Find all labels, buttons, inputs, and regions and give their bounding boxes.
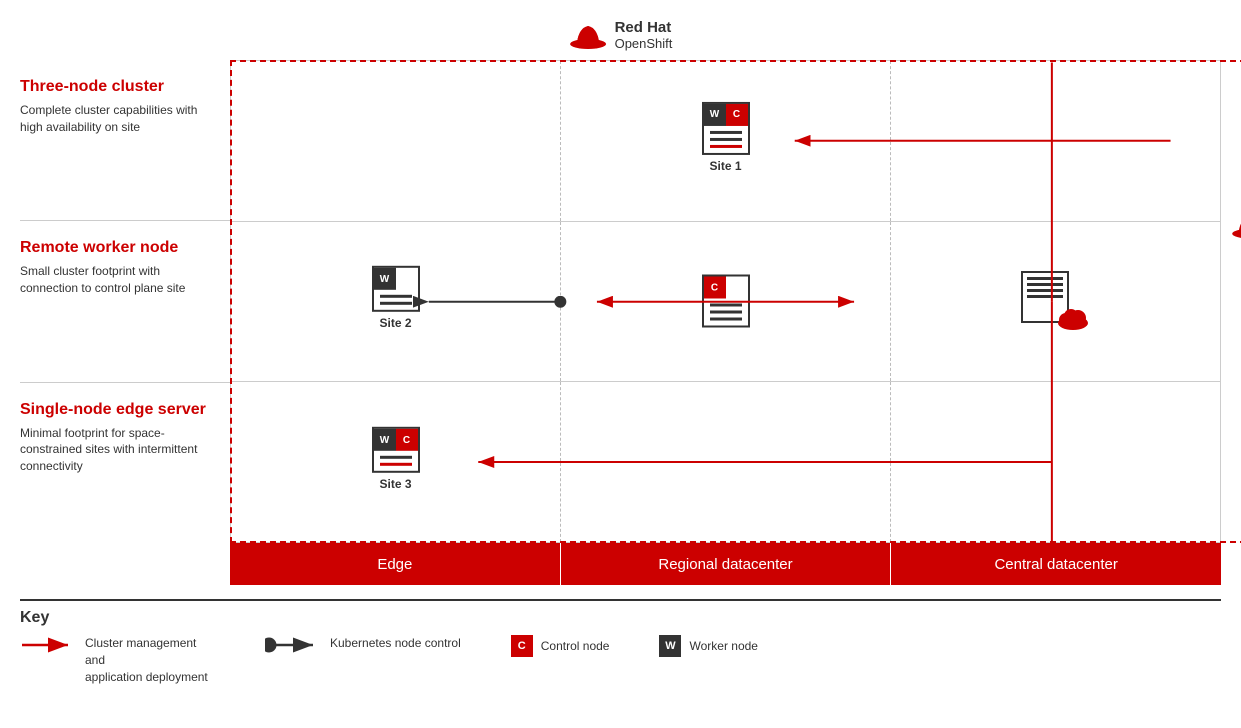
site2-worker-badge: W: [374, 268, 396, 290]
diagram-row-3: W C Site 3: [231, 382, 1220, 542]
key-title: Key: [20, 609, 1221, 627]
diagram-col-2-row-3: [561, 382, 891, 542]
label-row-2: Remote worker node Small cluster footpri…: [20, 221, 230, 382]
section-title-3: Single-node edge server: [20, 401, 220, 419]
label-column: Three-node cluster Complete cluster capa…: [20, 60, 230, 585]
label-row-1: Three-node cluster Complete cluster capa…: [20, 60, 230, 221]
black-arrow-svg: [265, 637, 320, 653]
diagram-col-1-row-3: W C Site 3: [231, 382, 561, 542]
cloud-svg: [1056, 303, 1091, 331]
diagram-col-1-row-1: [231, 61, 561, 221]
inner-grid: W C Site 1: [230, 60, 1221, 543]
col-label-central: Central datacenter: [891, 543, 1221, 585]
redhat-openshift-text: Red Hat OpenShift: [615, 19, 673, 51]
diagram-area: W C Site 1: [230, 60, 1221, 585]
col-label-edge: Edge: [230, 543, 561, 585]
control-node-row2: C: [702, 275, 750, 328]
key-item-control-node: C Control node: [511, 635, 610, 657]
black-arrow-icon: [265, 637, 320, 653]
section-desc-2: Small cluster footprint with connection …: [20, 263, 220, 297]
section-title-2: Remote worker node: [20, 239, 220, 257]
diagram-col-3-row-1: [891, 61, 1220, 221]
acm-logo: Red Hat Advanced Cluster Management for …: [1231, 211, 1241, 276]
label-row-3: Single-node edge server Minimal footprin…: [20, 383, 230, 543]
key-label-k8s: Kubernetes node control: [330, 635, 461, 652]
red-arrow-svg: [20, 637, 75, 653]
key-section: Key Cluster management andapplication de…: [20, 599, 1221, 685]
redhat-hat-icon: [569, 20, 607, 50]
key-item-cluster-mgmt: Cluster management andapplication deploy…: [20, 635, 215, 685]
section-desc-3: Minimal footprint for space-constrained …: [20, 425, 220, 475]
acm-hat-icon: [1231, 211, 1241, 239]
section-title-1: Three-node cluster: [20, 78, 220, 96]
key-items: Cluster management andapplication deploy…: [20, 635, 1221, 685]
diagram-row-2: W Site 2: [231, 222, 1220, 383]
col-label-regional: Regional datacenter: [561, 543, 892, 585]
key-item-worker-node: W Worker node: [659, 635, 757, 657]
site3-worker-badge: W: [374, 429, 396, 451]
diagram-col-3-row-3: [891, 382, 1220, 542]
section-desc-1: Complete cluster capabilities with high …: [20, 102, 220, 136]
site1-icon: W C Site 1: [702, 102, 750, 173]
key-label-control: Control node: [541, 639, 610, 653]
site1-label: Site 1: [702, 159, 750, 173]
product-name: OpenShift: [615, 36, 673, 51]
label-bottom-spacer: [20, 543, 230, 585]
diagram-row-1: W C Site 1: [231, 61, 1220, 222]
control-badge-row2: C: [704, 277, 726, 299]
key-item-k8s-control: Kubernetes node control: [265, 635, 461, 653]
header-area: Red Hat OpenShift: [20, 10, 1221, 60]
site1-worker-badge: W: [704, 104, 726, 126]
brand-name: Red Hat: [615, 19, 673, 36]
red-arrow-icon: [20, 637, 75, 653]
site2-icon: W Site 2: [372, 266, 420, 330]
key-label-cluster: Cluster management andapplication deploy…: [85, 635, 215, 685]
diagram-col-1-row-2: W Site 2: [231, 222, 561, 382]
diagram-col-2-row-1: W C Site 1: [561, 61, 891, 221]
main-content: Three-node cluster Complete cluster capa…: [20, 60, 1221, 585]
column-labels: Edge Regional datacenter Central datacen…: [230, 543, 1221, 585]
site3-icon: W C Site 3: [372, 427, 420, 491]
key-worker-badge: W: [659, 635, 681, 657]
diagram-col-3-row-2: [891, 222, 1220, 382]
page-container: Red Hat OpenShift Three-node cluster Com…: [0, 0, 1241, 695]
redhat-openshift-logo: Red Hat OpenShift: [569, 19, 673, 51]
site3-control-badge: C: [396, 429, 418, 451]
site1-control-badge: C: [726, 104, 748, 126]
diagram-col-2-row-2: C: [561, 222, 891, 382]
acm-hub-icon: [1021, 271, 1091, 331]
site2-label: Site 2: [372, 316, 420, 330]
key-control-badge: C: [511, 635, 533, 657]
key-label-worker: Worker node: [689, 639, 757, 653]
site3-label: Site 3: [372, 477, 420, 491]
